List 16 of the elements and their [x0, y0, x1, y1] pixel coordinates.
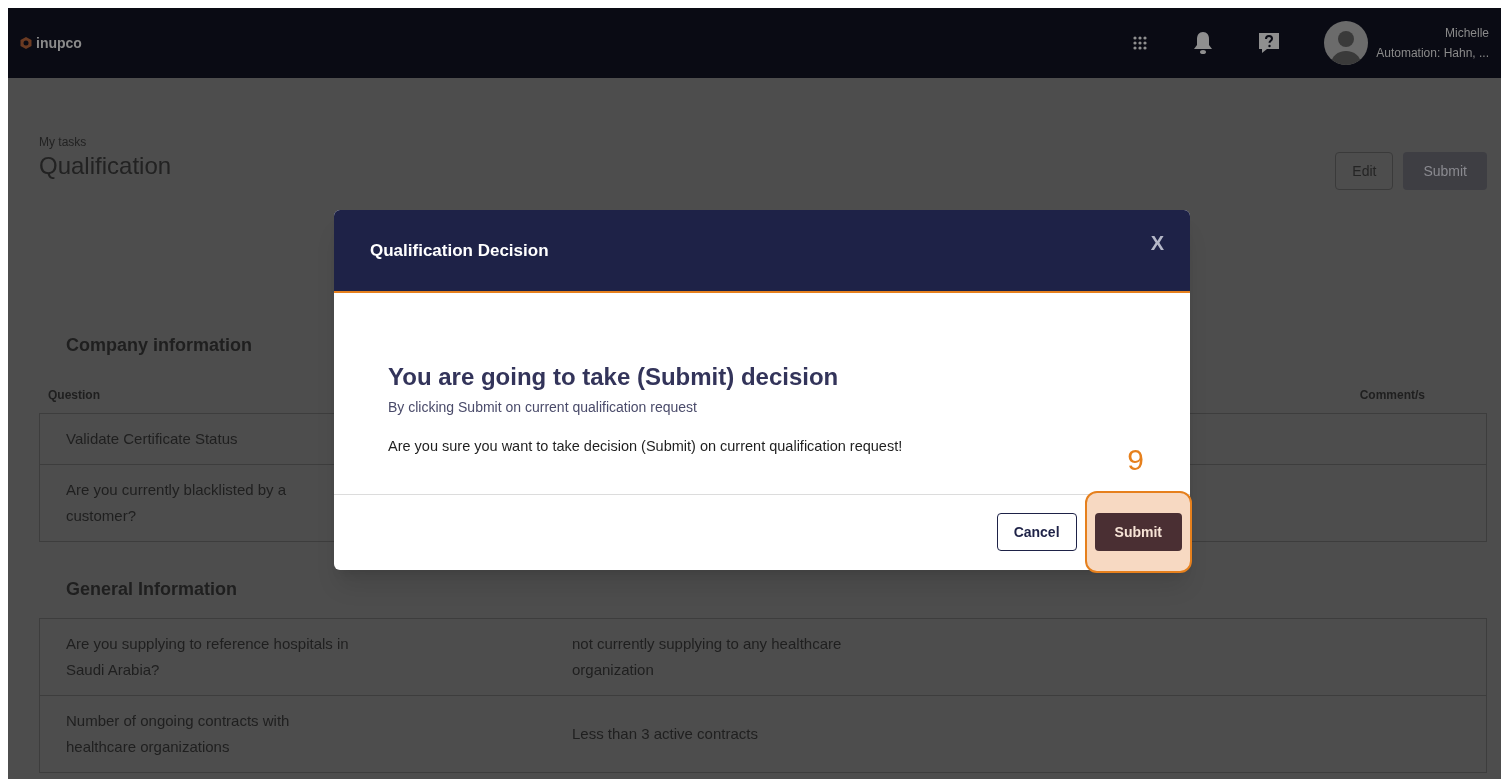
dialog-heading: You are going to take (Submit) decision	[388, 362, 839, 392]
dialog-title: Qualification Decision	[370, 240, 549, 263]
bell-icon[interactable]	[1192, 31, 1215, 55]
help-icon[interactable]	[1258, 32, 1281, 54]
logo-icon	[20, 37, 32, 49]
apps-grid-icon[interactable]	[1132, 35, 1149, 51]
submit-button[interactable]: Submit	[1094, 513, 1182, 552]
logo-text: inupco	[36, 34, 82, 53]
avatar[interactable]	[1324, 21, 1369, 65]
user-name: Michelle	[1445, 25, 1489, 42]
user-role: Automation: Hahn, ...	[1376, 45, 1489, 62]
cancel-button[interactable]: Cancel	[996, 513, 1077, 552]
dialog-subheading: By clicking Submit on current qualification request	[388, 398, 697, 417]
step-marker: 9	[1127, 444, 1144, 475]
dialog-message: Are you sure you want to take decision (Submit) on current qualification request!	[388, 437, 903, 456]
close-button[interactable]: X	[1150, 228, 1164, 258]
